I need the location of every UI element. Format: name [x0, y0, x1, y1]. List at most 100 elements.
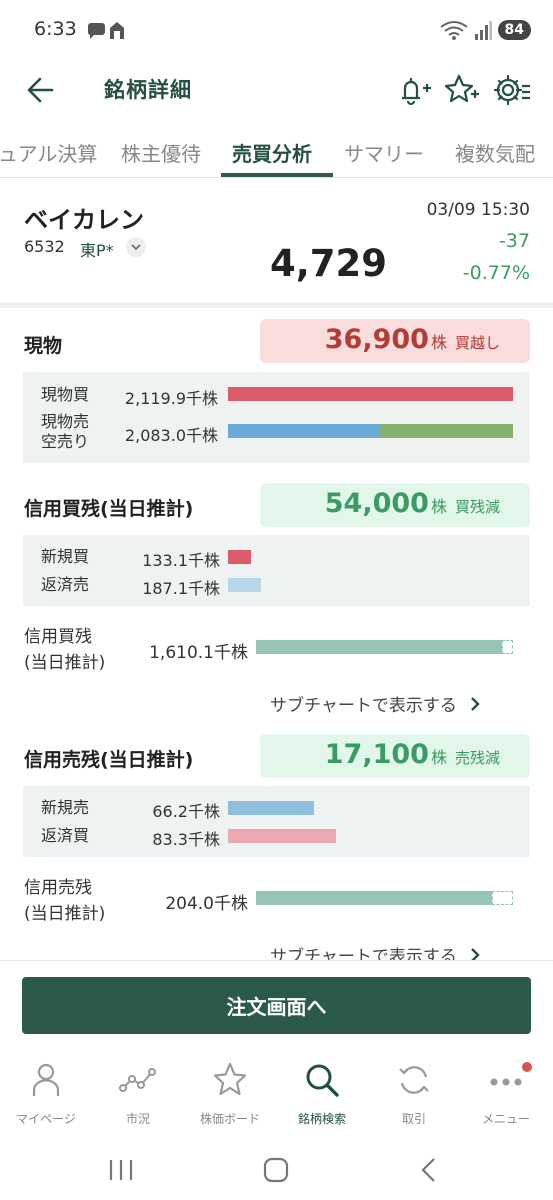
margin-sell-change-unit: 株	[430, 748, 447, 767]
price-change: -37	[498, 230, 530, 252]
stock-code: 6532	[24, 237, 65, 256]
short-sell-label: 空売り	[41, 432, 90, 451]
stock-header: ベイカレン 6532 東P* 4,729 03/09 15:30 -37 -0.…	[0, 180, 553, 302]
tab-multiple-quotes[interactable]: 複数気配	[455, 138, 535, 167]
signal-icon	[474, 21, 492, 40]
margin-buy-change-label: 買残減	[454, 498, 500, 516]
cash-net-unit: 株	[430, 333, 447, 352]
market-selector[interactable]: 東P*	[80, 237, 114, 261]
margin-buy-balance-label: 信用買残	[24, 627, 92, 647]
nav-item-mypage[interactable]: マイページ	[0, 1046, 92, 1140]
notification-badge	[522, 1062, 532, 1072]
chevron-down-icon[interactable]	[126, 237, 146, 257]
wifi-icon	[439, 21, 468, 40]
margin-repay-sell-bar	[228, 578, 261, 592]
margin-sell-badge: 17,100 株 売残減	[260, 734, 530, 778]
margin-sell-change-label: 売残減	[454, 749, 500, 767]
nav-item-menu[interactable]: メニュー	[460, 1046, 552, 1140]
settings-gear-icon[interactable]	[492, 70, 532, 110]
system-nav-bar	[0, 1140, 553, 1200]
margin-sell-change-value: 17,100	[324, 739, 429, 770]
system-back-icon[interactable]	[410, 1152, 450, 1188]
home-icon[interactable]	[256, 1152, 296, 1188]
margin-repay-sell-value: 187.1千株	[142, 579, 220, 598]
subchart-link-label: サブチャートで表示する	[270, 696, 457, 716]
page-title: 銘柄詳細	[104, 78, 192, 102]
nav-label: 市況	[125, 1112, 150, 1126]
cash-buy-value: 2,119.9千株	[124, 389, 218, 408]
margin-buy-balance-decrease	[502, 640, 513, 654]
tab-shareholder-benefits[interactable]: 株主優待	[121, 138, 201, 167]
nav-item-trade[interactable]: 取引	[368, 1046, 460, 1140]
margin-sell-data-box: 新規売 66.2千株 返済買 83.3千株	[23, 786, 530, 857]
app-bar: 銘柄詳細	[0, 60, 553, 120]
refresh-icon	[399, 1066, 429, 1094]
margin-new-sell-bar	[228, 801, 314, 815]
nav-label: 取引	[401, 1112, 426, 1126]
margin-buy-subchart-link[interactable]: サブチャートで表示する	[270, 691, 481, 716]
margin-buy-change-unit: 株	[430, 497, 447, 516]
notification-icons	[87, 22, 124, 39]
margin-sell-balance-bar	[256, 891, 494, 905]
star-add-icon[interactable]	[442, 70, 482, 110]
margin-repay-buy-label: 返済買	[41, 826, 90, 845]
recent-apps-icon[interactable]	[101, 1152, 141, 1188]
nav-label: 銘柄検索	[297, 1112, 346, 1126]
star-icon	[213, 1062, 247, 1096]
margin-repay-buy-bar	[228, 829, 336, 843]
bell-add-icon[interactable]	[394, 70, 434, 110]
margin-repay-sell-label: 返済売	[41, 575, 90, 594]
cash-net-value: 36,900	[324, 324, 429, 355]
section-title-cash: 現物	[24, 335, 63, 357]
search-icon	[306, 1064, 339, 1097]
margin-sell-balance-sublabel: (当日推計)	[24, 904, 106, 924]
cash-sell-label: 現物売	[41, 412, 90, 431]
tab-dual-settlement[interactable]: ュアル決算	[0, 138, 97, 167]
margin-buy-badge: 54,000 株 買残減	[260, 483, 530, 527]
back-arrow-icon[interactable]	[22, 72, 62, 108]
margin-sell-balance-decrease	[492, 891, 513, 905]
order-panel: 注文画面へ	[0, 960, 553, 1045]
active-tab-indicator	[221, 173, 333, 177]
margin-buy-balance-bar	[256, 640, 504, 654]
nav-item-stock-search[interactable]: 銘柄検索	[276, 1046, 368, 1140]
divider	[0, 302, 553, 308]
margin-buy-balance-sublabel: (当日推計)	[24, 653, 106, 673]
margin-repay-buy-value: 83.3千株	[152, 830, 220, 849]
bottom-nav: マイページ 市況 株価ボード 銘柄検索 取引 メニュー	[0, 1046, 553, 1140]
section-title-margin-sell: 信用売残(当日推計)	[24, 749, 194, 771]
chevron-right-icon	[470, 696, 480, 711]
order-screen-button[interactable]: 注文画面へ	[22, 977, 531, 1034]
cash-net-label: 買越し	[454, 334, 500, 352]
person-icon	[32, 1063, 60, 1096]
margin-buy-data-box: 新規買 133.1千株 返済売 187.1千株	[23, 535, 530, 606]
nav-label: 株価ボード	[199, 1112, 260, 1126]
nav-item-market[interactable]: 市況	[92, 1046, 184, 1140]
margin-new-buy-value: 133.1千株	[142, 551, 220, 570]
status-bar: 6:33 84	[0, 0, 553, 60]
tab-summary[interactable]: サマリー	[344, 138, 424, 167]
status-time: 6:33	[34, 18, 77, 40]
price-change-percent: -0.77%	[462, 262, 530, 284]
margin-buy-change-value: 54,000	[324, 488, 429, 519]
tab-trade-analysis[interactable]: 売買分析	[232, 138, 312, 167]
stock-name: ベイカレン	[24, 206, 144, 234]
margin-buy-balance-value: 1,610.1千株	[149, 643, 248, 663]
battery-indicator: 84	[497, 20, 531, 40]
short-sell-bar	[380, 424, 513, 438]
stock-price: 4,729	[270, 242, 388, 285]
cash-net-badge: 36,900 株 買越し	[260, 319, 530, 363]
margin-new-sell-value: 66.2千株	[152, 802, 220, 821]
margin-sell-balance-value: 204.0千株	[165, 894, 248, 914]
quote-datetime: 03/09 15:30	[426, 200, 530, 220]
margin-new-sell-label: 新規売	[41, 798, 90, 817]
nav-item-board[interactable]: 株価ボード	[184, 1046, 276, 1140]
status-right: 84	[439, 18, 531, 42]
cash-data-box: 現物買 2,119.9千株 現物売 空売り 2,083.0千株	[23, 372, 530, 463]
cash-buy-label: 現物買	[41, 385, 90, 404]
cash-buy-bar	[228, 387, 513, 401]
margin-new-buy-label: 新規買	[41, 547, 90, 566]
analysis-tabs: ュアル決算 株主優待 売買分析 サマリー 複数気配	[0, 124, 553, 178]
more-icon	[490, 1078, 522, 1086]
market-chart-icon	[119, 1068, 156, 1092]
